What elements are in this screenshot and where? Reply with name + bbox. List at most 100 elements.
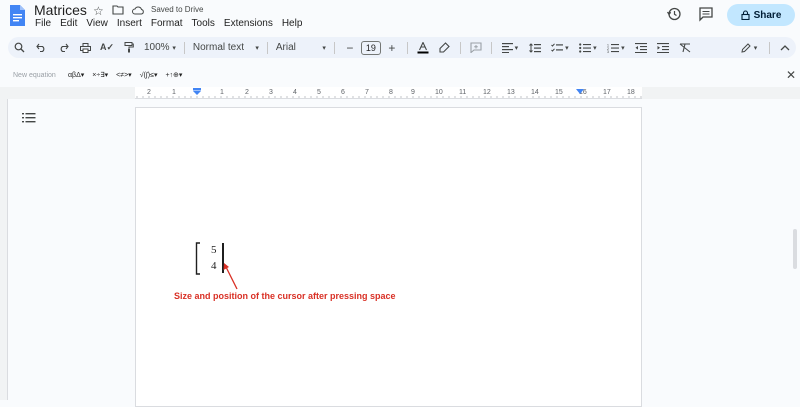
print-icon[interactable] xyxy=(74,37,96,58)
matrix-entry: 5 xyxy=(211,244,217,256)
caret-down-icon: ▾ xyxy=(80,72,85,79)
misc-operations-menu[interactable]: ×÷∃▾ xyxy=(92,71,108,79)
right-indent-marker-icon[interactable] xyxy=(575,88,585,96)
increase-font-size-icon[interactable]: + xyxy=(381,37,403,58)
ruler-label: 1 xyxy=(172,89,176,96)
comments-icon[interactable] xyxy=(698,6,714,22)
toolbar: A✓ 100% ▾ Normal text ▾ Arial ▾ − 19 + ▾ ▾… xyxy=(8,37,796,58)
misc-operations-label: ×÷∃ xyxy=(92,72,105,79)
document-title[interactable]: Matrices xyxy=(34,2,87,18)
ruler-label: 9 xyxy=(411,89,415,96)
greek-letters-menu[interactable]: αβΔ▾ xyxy=(68,71,84,79)
ruler-label: 7 xyxy=(365,89,369,96)
cursor-annotation: Size and position of the cursor after pr… xyxy=(174,291,396,301)
zoom-value: 100% xyxy=(144,42,170,53)
highlight-color-icon[interactable] xyxy=(434,37,456,58)
equation-toolbar: New equation αβΔ▾ ×÷∃▾ <≠>▾ √(∫)≤▾ +↑⊕▾ … xyxy=(0,66,800,86)
toolbar-divider xyxy=(459,41,461,54)
align-icon[interactable]: ▾ xyxy=(496,37,524,58)
math-operators-menu[interactable]: √(∫)≤▾ xyxy=(140,71,158,79)
menu-extensions[interactable]: Extensions xyxy=(224,18,273,29)
paint-format-icon[interactable] xyxy=(118,37,140,58)
hide-menus-icon[interactable] xyxy=(774,37,796,58)
numbered-list-icon[interactable]: 1 2 3 ▾ xyxy=(602,37,630,58)
relations-label: <≠> xyxy=(116,72,129,79)
ruler-label: 1 xyxy=(220,89,224,96)
ruler-label: 2 xyxy=(147,89,151,96)
toolbar-divider xyxy=(490,41,492,54)
ruler-label: 17 xyxy=(603,89,611,96)
share-label: Share xyxy=(753,9,782,21)
move-folder-icon[interactable] xyxy=(112,4,124,18)
redo-icon[interactable] xyxy=(52,37,74,58)
left-bracket xyxy=(195,242,200,275)
toolbar-divider xyxy=(266,41,268,54)
math-operators-label: √(∫)≤ xyxy=(139,72,154,79)
decrease-indent-icon[interactable] xyxy=(630,37,652,58)
toolbar-divider xyxy=(183,41,185,54)
document-outline-icon[interactable] xyxy=(22,112,36,124)
style-select[interactable]: Normal text ▾ xyxy=(189,37,263,58)
menu-insert[interactable]: Insert xyxy=(117,18,142,29)
line-spacing-icon[interactable] xyxy=(524,37,546,58)
caret-down-icon: ▾ xyxy=(153,72,158,79)
ruler-label: 12 xyxy=(483,89,491,96)
version-history-icon[interactable] xyxy=(666,6,682,22)
cloud-saved-icon[interactable] xyxy=(131,4,144,18)
caret-down-icon: ▾ xyxy=(322,44,326,52)
menu-help[interactable]: Help xyxy=(282,18,303,29)
caret-down-icon: ▾ xyxy=(128,72,132,79)
toolbar-divider xyxy=(333,41,335,54)
greek-letters-label: αβΔ xyxy=(68,72,81,79)
menu-edit[interactable]: Edit xyxy=(60,18,77,29)
checklist-icon[interactable]: ▾ xyxy=(546,37,574,58)
close-equation-icon[interactable]: ✕ xyxy=(786,68,796,82)
font-value: Arial xyxy=(275,42,296,53)
horizontal-ruler[interactable]: 2 1 1 2 3 4 5 6 7 8 9 10 11 12 13 14 15 … xyxy=(135,87,642,99)
left-indent-marker-icon[interactable] xyxy=(192,88,202,96)
menu-format[interactable]: Format xyxy=(151,18,183,29)
menu-tools[interactable]: Tools xyxy=(192,18,215,29)
star-icon[interactable]: ☆ xyxy=(93,4,104,18)
menu-file[interactable]: File xyxy=(35,18,51,29)
ruler-label: 5 xyxy=(317,89,321,96)
font-select[interactable]: Arial ▾ xyxy=(272,37,330,58)
ruler-label: 8 xyxy=(389,89,393,96)
decrease-font-size-icon[interactable]: − xyxy=(339,37,361,58)
bulleted-list-icon[interactable]: ▾ xyxy=(574,37,602,58)
share-button[interactable]: Share xyxy=(727,4,795,26)
ruler-label: 14 xyxy=(531,89,539,96)
caret-down-icon: ▾ xyxy=(104,72,109,79)
ruler-label: 13 xyxy=(507,89,515,96)
ruler-label: 18 xyxy=(627,89,635,96)
caret-down-icon: ▾ xyxy=(178,72,183,79)
annotation-arrow xyxy=(223,263,238,290)
toolbar-divider xyxy=(769,41,770,54)
increase-indent-icon[interactable] xyxy=(652,37,674,58)
scrollbar[interactable] xyxy=(790,99,800,400)
ruler-label: 2 xyxy=(245,89,249,96)
editing-mode-icon[interactable]: ▾ xyxy=(733,37,765,58)
zoom-select[interactable]: 100% ▾ xyxy=(140,37,180,58)
ruler-label: 6 xyxy=(341,89,345,96)
title-bar: Matrices ☆ Saved to Drive File Edit View… xyxy=(0,0,800,34)
menu-view[interactable]: View xyxy=(86,18,108,29)
lock-icon xyxy=(741,10,750,20)
toolbar-divider xyxy=(406,41,408,54)
ruler-label: 15 xyxy=(555,89,563,96)
spellcheck-icon[interactable]: A✓ xyxy=(96,37,118,58)
text-color-icon[interactable] xyxy=(412,37,434,58)
search-menus-icon[interactable] xyxy=(8,37,30,58)
caret-down-icon: ▾ xyxy=(255,44,259,52)
vertical-ruler[interactable] xyxy=(0,99,8,400)
arrows-label: +↑⊕ xyxy=(165,72,179,79)
font-size-input[interactable]: 19 xyxy=(360,40,381,55)
clear-formatting-icon[interactable] xyxy=(674,37,696,58)
docs-logo-icon[interactable] xyxy=(9,5,25,27)
new-equation-button[interactable]: New equation xyxy=(13,72,56,79)
insert-comment-icon[interactable] xyxy=(465,37,487,58)
arrows-menu[interactable]: +↑⊕▾ xyxy=(165,71,182,79)
menu-bar: File Edit View Insert Format Tools Exten… xyxy=(35,18,311,29)
undo-icon[interactable] xyxy=(30,37,52,58)
relations-menu[interactable]: <≠>▾ xyxy=(116,71,132,79)
